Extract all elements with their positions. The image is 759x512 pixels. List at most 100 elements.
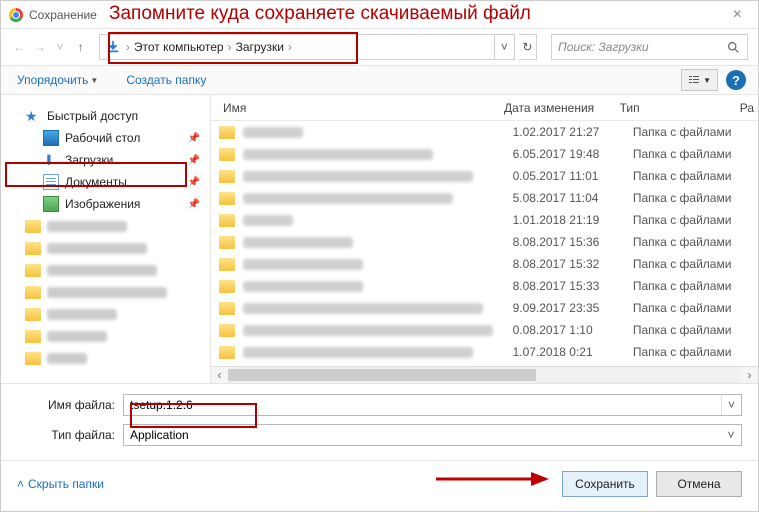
file-row[interactable]: 9.09.2017 23:35Папка с файлами [211,297,758,319]
breadcrumb-sep: › [226,40,234,54]
sidebar-item-blurred[interactable] [1,259,210,281]
file-row[interactable]: 1.02.2017 21:27Папка с файлами [211,121,758,143]
sidebar-pictures[interactable]: Изображения 📌 [1,193,210,215]
sidebar-desktop[interactable]: Рабочий стол 📌 [1,127,210,149]
search-input[interactable] [552,40,719,54]
folder-icon [25,308,41,321]
sidebar-label: Документы [65,175,127,189]
file-row[interactable]: 6.05.2017 19:48Папка с файлами [211,143,758,165]
file-date: 1.02.2017 21:27 [513,125,633,139]
file-name-blurred [243,303,483,314]
col-type[interactable]: Тип [616,101,736,115]
file-type: Папка с файлами [633,147,758,161]
folder-icon [219,170,235,183]
address-dropdown[interactable]: ˅ [494,35,514,59]
file-row[interactable]: 8.08.2017 15:36Папка с файлами [211,231,758,253]
filetype-select[interactable]: Application ˅ [123,424,742,446]
folder-icon [219,236,235,249]
sidebar-item-blurred[interactable] [1,325,210,347]
sidebar-item-blurred[interactable] [1,215,210,237]
view-icon [688,74,700,86]
file-type: Папка с файлами [633,345,758,359]
horizontal-scrollbar[interactable]: ‹ › [211,366,758,383]
breadcrumb-folder[interactable]: Загрузки [234,40,286,54]
file-type: Папка с файлами [633,301,758,315]
file-date: 1.01.2018 21:19 [513,213,633,227]
filename-dropdown[interactable]: ˅ [721,395,741,415]
sidebar: ★ Быстрый доступ Рабочий стол 📌 ⬇ Загруз… [1,95,211,383]
sidebar-item-blurred[interactable] [1,281,210,303]
file-row[interactable]: 1.01.2018 21:19Папка с файлами [211,209,758,231]
file-row[interactable]: 1.07.2018 0:21Папка с файлами [211,341,758,361]
pictures-icon [43,196,59,212]
close-button[interactable]: × [725,6,750,24]
document-icon [43,174,59,190]
address-bar[interactable]: › Этот компьютер › Загрузки › ˅ [99,34,515,60]
folder-icon [219,126,235,139]
folder-icon [219,280,235,293]
folder-icon [219,258,235,271]
search-box[interactable] [551,34,748,60]
file-type: Папка с файлами [633,323,758,337]
breadcrumb-sep: › [124,40,132,54]
col-size[interactable]: Ра [736,101,758,115]
download-arrow-icon [106,40,120,54]
sidebar-downloads[interactable]: ⬇ Загрузки 📌 [1,149,210,171]
file-date: 0.05.2017 11:01 [513,169,633,183]
sidebar-item-blurred[interactable] [1,303,210,325]
folder-icon [219,192,235,205]
breadcrumb-root[interactable]: Этот компьютер [132,40,226,54]
forward-button[interactable]: → [31,35,47,59]
recent-button[interactable]: ˅ [52,35,68,59]
scroll-right[interactable]: › [741,367,758,384]
filename-field[interactable]: ˅ [123,394,742,416]
refresh-button[interactable]: ↻ [519,34,537,60]
folder-icon [25,330,41,343]
folder-icon [219,346,235,359]
file-row[interactable]: 0.08.2017 1:10Папка с файлами [211,319,758,341]
search-icon[interactable] [719,41,747,54]
window-title: Сохранение [29,8,97,22]
chevron-up-icon: ˄ [17,477,24,491]
sidebar-label: Изображения [65,197,140,211]
sidebar-documents[interactable]: Документы 📌 [1,171,210,193]
help-button[interactable]: ? [726,70,746,90]
sidebar-label: Быстрый доступ [47,109,138,123]
sidebar-label: Рабочий стол [65,131,140,145]
file-row[interactable]: 8.08.2017 15:33Папка с файлами [211,275,758,297]
filename-input[interactable] [124,398,721,412]
file-type: Папка с файлами [633,191,758,205]
file-row[interactable]: 5.08.2017 11:04Папка с файлами [211,187,758,209]
star-icon: ★ [25,108,41,124]
file-name-blurred [243,193,453,204]
col-date[interactable]: Дата изменения [500,101,616,115]
cancel-button[interactable]: Отмена [656,471,742,497]
folder-icon [219,324,235,337]
hide-folders-button[interactable]: ˄ Скрыть папки [17,477,104,491]
filetype-dropdown[interactable]: ˅ [721,428,741,442]
save-button[interactable]: Сохранить [562,471,648,497]
file-row[interactable]: 8.08.2017 15:32Папка с файлами [211,253,758,275]
pin-icon: 📌 [188,133,200,144]
desktop-icon [43,130,59,146]
file-type: Папка с файлами [633,235,758,249]
file-date: 8.08.2017 15:32 [513,257,633,271]
pin-icon: 📌 [188,177,200,188]
pin-icon: 📌 [188,155,200,166]
sidebar-item-blurred[interactable] [1,237,210,259]
sidebar-quick-access[interactable]: ★ Быстрый доступ [1,105,210,127]
file-name-blurred [243,237,353,248]
col-name[interactable]: Имя [219,101,500,115]
view-button[interactable]: ▼ [681,69,718,91]
sidebar-item-blurred[interactable] [1,347,210,369]
footer: ˄ Скрыть папки Сохранить Отмена [1,460,758,507]
up-button[interactable]: ↑ [72,35,88,59]
chrome-icon [9,8,23,22]
back-button[interactable]: ← [11,35,27,59]
scroll-left[interactable]: ‹ [211,367,228,384]
new-folder-button[interactable]: Создать папку [122,73,210,87]
organize-button[interactable]: Упорядочить▼ [13,73,102,87]
file-row[interactable]: 0.05.2017 11:01Папка с файлами [211,165,758,187]
scrollbar-thumb[interactable] [228,369,536,381]
file-date: 0.08.2017 1:10 [513,323,633,337]
